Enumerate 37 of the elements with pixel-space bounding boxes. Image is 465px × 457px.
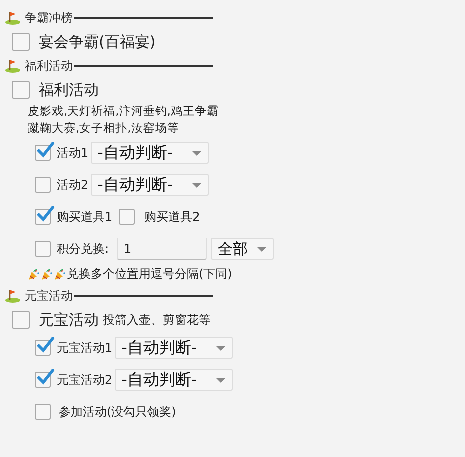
checkbox[interactable] (35, 177, 51, 193)
checkbox-label[interactable]: 元宝活动2 (57, 372, 113, 388)
section-title: 争霸冲榜 (25, 10, 73, 26)
checkbox[interactable] (35, 241, 51, 257)
dropdown[interactable]: -自动判断- (90, 142, 209, 164)
checkbox-label[interactable]: 宴会争霸(百福宴) (39, 32, 156, 52)
checkbox-label[interactable]: 购买道具1 (57, 208, 113, 226)
checkbox-label[interactable]: 购买道具2 (144, 208, 200, 226)
checkbox-label[interactable]: 活动2 (57, 176, 89, 194)
party-popper-icon (54, 268, 66, 280)
party-popper-icon (41, 268, 53, 280)
input-field[interactable]: 1 (117, 238, 208, 260)
description-text: 投箭入壶、剪窗花等 (103, 312, 211, 328)
section-title: 福利活动 (25, 58, 73, 74)
checkbox-label[interactable]: 元宝活动 (39, 310, 99, 330)
section-title: 元宝活动 (25, 288, 73, 304)
checkbox[interactable] (12, 81, 30, 99)
description-text: 蹴鞠大赛,女子相扑,汝窑场等 (28, 120, 180, 137)
dropdown[interactable]: -自动判断- (114, 337, 233, 359)
dropdown[interactable]: -自动判断- (114, 369, 233, 391)
checkbox-label[interactable]: 福利活动 (39, 80, 99, 100)
checkbox[interactable] (12, 33, 30, 51)
checkbox[interactable] (12, 311, 30, 329)
hint-text: 兑换多个位置用逗号分隔(下同) (67, 266, 232, 283)
flag-icon (5, 11, 22, 25)
checkbox-label[interactable]: 元宝活动1 (57, 340, 113, 356)
checkbox[interactable] (118, 209, 135, 225)
flag-icon (5, 59, 22, 73)
checkbox-label[interactable]: 积分兑换: (57, 240, 110, 258)
checkbox-label[interactable]: 活动1 (57, 144, 89, 162)
flag-icon (5, 289, 22, 303)
checkbox-label[interactable]: 参加活动(没勾只领奖) (59, 404, 176, 420)
checkbox[interactable] (35, 404, 51, 420)
dropdown[interactable]: 全部 (211, 238, 274, 260)
description-text: 皮影戏,天灯祈福,汴河垂钓,鸡王争霸 (28, 103, 220, 120)
dropdown[interactable]: -自动判断- (90, 174, 209, 196)
party-popper-icon (28, 268, 40, 280)
